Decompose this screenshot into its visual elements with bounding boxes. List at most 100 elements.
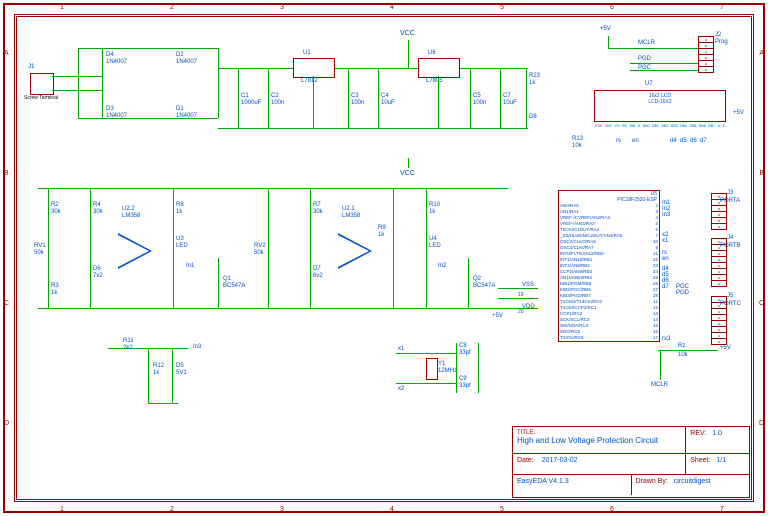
- u5-in3: In3: [662, 212, 670, 218]
- drawn-text: circuitdigest: [670, 478, 711, 485]
- row-c-left: C: [4, 300, 9, 307]
- sheet-text: 1/1: [712, 457, 726, 464]
- u5-x1: x1: [662, 238, 668, 244]
- d2-val: 1N4007: [176, 59, 197, 65]
- r9-ref: R9: [378, 225, 386, 231]
- tool-text: EasyEDA V4.1.3: [513, 475, 632, 495]
- c8-val: 33pf: [459, 350, 471, 356]
- lcd-pin-d1: DB1: [652, 124, 659, 128]
- j2-ref: J2: [715, 32, 721, 38]
- j2-name: Prog: [715, 39, 728, 45]
- col-4-top: 4: [390, 4, 394, 11]
- lcd-en: en: [632, 138, 639, 144]
- c3-ref: C3: [351, 93, 359, 99]
- r9-val: 1k: [378, 232, 384, 238]
- d1-ref: D1: [176, 106, 184, 112]
- u22-val: LM358: [122, 213, 140, 219]
- c4-val: 10uF: [381, 100, 395, 106]
- d7-val: 6v2: [313, 273, 323, 279]
- mcu-u5: U5 PIC18F2520-ESP AN0/RA02AN1/RA13VREF-/…: [558, 190, 660, 342]
- col-1-bot: 1: [60, 506, 64, 513]
- r8-ref: R8: [176, 202, 184, 208]
- j1-name: Screw Terminal: [24, 96, 58, 101]
- lcd-pin-vss: VSS: [595, 124, 602, 128]
- lcd-pin-rw: RW: [630, 124, 636, 128]
- col-7-bot: 7: [720, 506, 724, 513]
- rv1-ref: RV1: [34, 243, 46, 249]
- u4-ref: U4: [429, 236, 437, 242]
- r10-val: 1k: [429, 209, 435, 215]
- rv1-val: 50k: [34, 250, 44, 256]
- q2-ref: Q2: [473, 276, 481, 282]
- u3-ref: U3: [176, 236, 184, 242]
- c1-ref: C1: [241, 93, 249, 99]
- r3-val: 1k: [51, 290, 57, 296]
- col-3-top: 3: [280, 4, 284, 11]
- p5v-c: +5V: [492, 313, 503, 319]
- u6-val: L7805: [426, 78, 443, 84]
- row-d-left: D: [4, 420, 9, 427]
- d6-ref: D6: [93, 266, 101, 272]
- d3-ref: D3: [106, 106, 114, 112]
- r12-ref: R12: [153, 363, 164, 369]
- d5-val: 5V1: [176, 370, 187, 376]
- col-1-top: 1: [60, 4, 64, 11]
- u5-val: PIC18F2520-ESP: [617, 197, 657, 203]
- d7-ref: D7: [313, 266, 321, 272]
- d5-ref: D5: [176, 363, 184, 369]
- u7-ref: U7: [645, 81, 653, 87]
- in2-net: In2: [438, 263, 446, 269]
- r23-ref: R23: [529, 73, 540, 79]
- d4-val: 1N4007: [106, 59, 127, 65]
- u21-ref: U2.1: [342, 206, 355, 212]
- rz-ref: Rz: [678, 343, 685, 349]
- pgd-net: PGD: [638, 56, 651, 62]
- row-b-right: B: [759, 170, 764, 177]
- lcd-u7: U7 16x2 LCD LCD-16X2 VSS VDD VO RS RW E …: [594, 90, 726, 122]
- lcd-pin-d4: DB4: [680, 124, 687, 128]
- d4-ref: D4: [106, 52, 114, 58]
- schematic-canvas[interactable]: J1 Screw Terminal D4 1N4007 D2 1N4007 D3…: [18, 18, 750, 498]
- opamp-u2-2: [118, 233, 152, 269]
- u4-val: LED: [429, 243, 441, 249]
- x1-net: x1: [398, 346, 404, 352]
- lcd-d5: d5: [680, 138, 687, 144]
- vcc-label-1: VCC: [400, 30, 415, 37]
- vss-net: VSS: [522, 282, 534, 288]
- u5-d7: d7: [662, 284, 669, 290]
- c8-ref: C8: [459, 343, 467, 349]
- sheet-label: Sheet:: [690, 457, 710, 464]
- c7-ref: C7: [503, 93, 511, 99]
- pin19: 19: [518, 293, 524, 298]
- c1-val: 1000uF: [241, 100, 261, 106]
- title-block: TITLE: High and Low Voltage Protection C…: [512, 426, 750, 498]
- crystal-y1: [426, 358, 438, 380]
- lcd-pin-rs: RS: [622, 124, 627, 128]
- d6-val: 7v2: [93, 273, 103, 279]
- rv2-ref: RV2: [254, 243, 266, 249]
- x2-net: x2: [398, 386, 404, 392]
- col-2-top: 2: [170, 4, 174, 11]
- header-j2: ooo ooo: [698, 36, 714, 73]
- mcu-pin-num: 18: [653, 341, 658, 342]
- r7-val: 30k: [313, 209, 323, 215]
- rev-text: 1.0: [708, 430, 722, 437]
- col-2-bot: 2: [170, 506, 174, 513]
- rev-label: REV:: [690, 430, 706, 437]
- rz-val: 10k: [678, 352, 688, 358]
- j5-name: PORTC: [720, 301, 741, 307]
- c5-val: 100n: [473, 100, 486, 106]
- in1-net: In1: [186, 263, 194, 269]
- col-6-top: 6: [610, 4, 614, 11]
- c3-val: 100n: [351, 100, 364, 106]
- r8-val: 1k: [176, 209, 182, 215]
- lcd-val: LCD-16X2: [595, 99, 725, 105]
- r23-val: 1k: [529, 80, 535, 86]
- d8-ref: D8: [529, 114, 537, 120]
- pin20: 20: [518, 310, 524, 315]
- c9-ref: C9: [459, 376, 467, 382]
- c4-ref: C4: [381, 93, 389, 99]
- title-text: High and Low Voltage Protection Circuit: [517, 436, 681, 445]
- r11-val: 2k2: [123, 345, 133, 351]
- u5-rx: rx3: [662, 336, 670, 342]
